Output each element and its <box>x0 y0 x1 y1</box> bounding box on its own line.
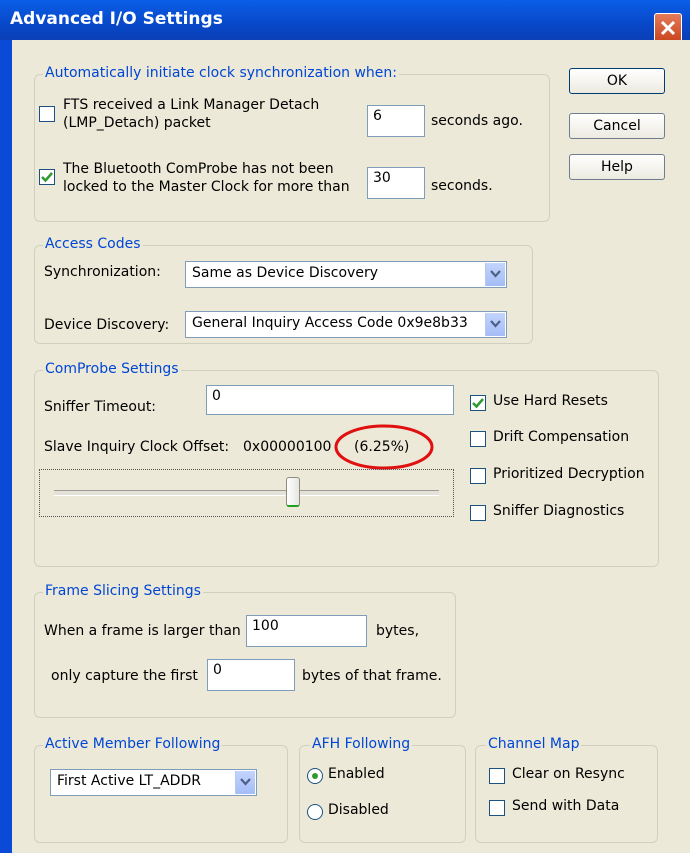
drift-compensation-label: Drift Compensation <box>493 429 630 445</box>
slave-offset-slider[interactable] <box>39 469 454 517</box>
access-codes-group: Access Codes Synchronization: Same as De… <box>34 236 533 344</box>
frame-slicing-group: Frame Slicing Settings When a frame is l… <box>34 583 456 718</box>
window-title: Advanced I/O Settings <box>10 9 223 29</box>
prioritized-decryption-checkbox[interactable] <box>470 468 486 484</box>
clock-sync-legend: Automatically initiate clock synchroniza… <box>43 65 399 81</box>
window-border <box>0 40 12 853</box>
bluetooth-locked-label-1: The Bluetooth ComProbe has not been <box>63 161 334 177</box>
bluetooth-locked-suffix: seconds. <box>431 178 493 194</box>
afh-disabled-label: Disabled <box>328 802 389 818</box>
active-member-legend: Active Member Following <box>43 736 223 752</box>
checkmark-icon <box>41 172 53 183</box>
afh-enabled-label: Enabled <box>328 766 385 782</box>
ok-button[interactable]: OK <box>569 68 665 94</box>
checkmark-icon <box>472 398 484 409</box>
sniffer-timeout-label: Sniffer Timeout: <box>44 399 157 415</box>
active-member-value: First Active LT_ADDR <box>57 773 201 789</box>
bytes-of-frame-label: bytes of that frame. <box>302 668 442 684</box>
use-hard-resets-checkbox[interactable] <box>470 395 486 411</box>
slider-thumb[interactable] <box>285 477 300 507</box>
slider-track <box>54 490 439 496</box>
sniffer-diagnostics-checkbox[interactable] <box>470 505 486 521</box>
frame-larger-bytes-input[interactable]: 100 <box>246 615 367 647</box>
use-hard-resets-label: Use Hard Resets <box>493 393 608 409</box>
fts-detach-seconds-input[interactable]: 6 <box>367 105 425 137</box>
cancel-button[interactable]: Cancel <box>569 113 665 139</box>
sniffer-diagnostics-label: Sniffer Diagnostics <box>493 503 625 519</box>
device-discovery-dropdown-button[interactable] <box>485 313 505 336</box>
active-member-dropdown-button[interactable] <box>235 771 255 794</box>
radio-selected-dot <box>312 773 318 779</box>
frame-bytes-label: bytes, <box>376 623 420 639</box>
fts-detach-label-2: (LMP_Detach) packet <box>63 115 211 131</box>
clear-on-resync-checkbox[interactable] <box>489 768 505 784</box>
synchronization-label: Synchronization: <box>44 264 161 280</box>
synchronization-value: Same as Device Discovery <box>192 265 378 281</box>
afh-disabled-radio[interactable] <box>307 804 323 820</box>
prioritized-decryption-label: Prioritized Decryption <box>493 466 645 482</box>
help-button[interactable]: Help <box>569 154 665 180</box>
channel-map-legend: Channel Map <box>486 736 582 752</box>
bluetooth-locked-label-2: locked to the Master Clock for more than <box>63 179 350 195</box>
active-member-group: Active Member Following First Active LT_… <box>34 736 288 843</box>
slave-inquiry-clock-offset-value: 0x00000100 <box>243 439 332 455</box>
fts-detach-checkbox[interactable] <box>39 106 55 122</box>
chevron-down-icon <box>490 320 501 328</box>
chevron-down-icon <box>490 270 501 278</box>
dialog-body: Automatically initiate clock synchroniza… <box>12 40 690 853</box>
send-with-data-label: Send with Data <box>512 798 620 814</box>
comprobe-settings-group: ComProbe Settings Sniffer Timeout: 0 Sla… <box>34 361 659 567</box>
active-member-select[interactable]: First Active LT_ADDR <box>50 769 257 796</box>
synchronization-select[interactable]: Same as Device Discovery <box>185 261 507 288</box>
clock-sync-group: Automatically initiate clock synchroniza… <box>34 65 550 222</box>
device-discovery-value: General Inquiry Access Code 0x9e8b33 <box>192 315 468 331</box>
frame-slicing-legend: Frame Slicing Settings <box>43 583 203 599</box>
sniffer-timeout-input[interactable]: 0 <box>206 385 454 415</box>
drift-compensation-checkbox[interactable] <box>470 431 486 447</box>
comprobe-settings-legend: ComProbe Settings <box>43 361 181 377</box>
bluetooth-locked-checkbox[interactable] <box>39 169 55 185</box>
highlight-circle <box>334 424 434 470</box>
advanced-io-settings-dialog: Advanced I/O Settings Automatically init… <box>0 0 690 853</box>
afh-enabled-radio[interactable] <box>307 768 323 784</box>
synchronization-dropdown-button[interactable] <box>485 263 505 286</box>
frame-larger-label: When a frame is larger than <box>44 623 241 639</box>
slave-inquiry-clock-offset-label: Slave Inquiry Clock Offset: <box>44 439 230 455</box>
afh-following-group: AFH Following Enabled Disabled <box>299 736 466 843</box>
capture-first-bytes-input[interactable]: 0 <box>207 659 295 691</box>
afh-following-legend: AFH Following <box>310 736 413 752</box>
fts-detach-suffix: seconds ago. <box>431 113 523 129</box>
clear-on-resync-label: Clear on Resync <box>512 766 625 782</box>
title-bar[interactable]: Advanced I/O Settings <box>0 0 690 43</box>
capture-first-label: only capture the first <box>51 668 198 684</box>
fts-detach-label-1: FTS received a Link Manager Detach <box>63 97 320 113</box>
device-discovery-label: Device Discovery: <box>44 317 170 333</box>
close-button[interactable] <box>654 13 682 43</box>
close-icon <box>660 20 676 36</box>
access-codes-legend: Access Codes <box>43 236 143 252</box>
send-with-data-checkbox[interactable] <box>489 800 505 816</box>
channel-map-group: Channel Map Clear on Resync Send with Da… <box>475 736 658 843</box>
device-discovery-select[interactable]: General Inquiry Access Code 0x9e8b33 <box>185 311 507 338</box>
chevron-down-icon <box>240 778 251 786</box>
bluetooth-locked-seconds-input[interactable]: 30 <box>367 167 425 199</box>
